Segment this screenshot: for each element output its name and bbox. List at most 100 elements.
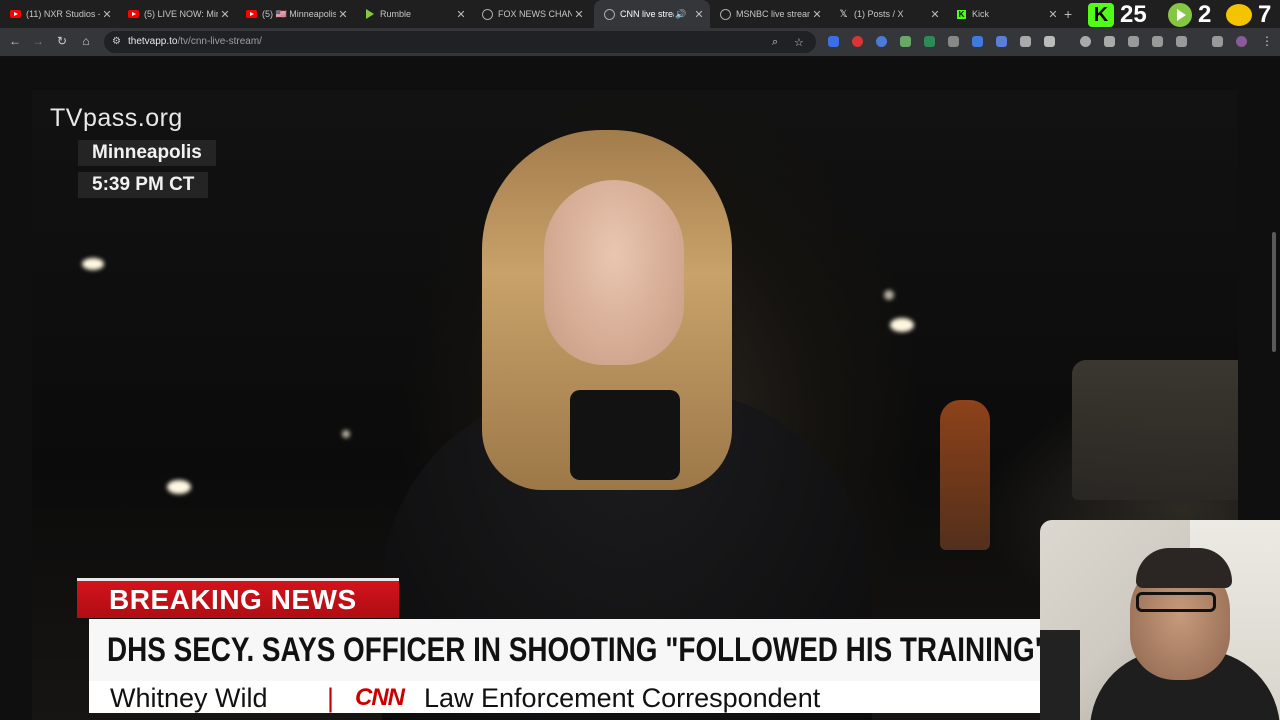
x-icon: 𝕏 xyxy=(839,8,848,20)
close-icon[interactable]: ✕ xyxy=(572,8,586,21)
kick-count: 25 xyxy=(1120,1,1147,28)
speaker-icon[interactable]: 🔊 xyxy=(674,9,688,20)
youtube-icon xyxy=(128,9,139,20)
media-controls-icon[interactable] xyxy=(1212,36,1223,47)
background-person xyxy=(940,400,990,550)
watermark-location: Minneapolis xyxy=(78,140,216,166)
reporter-bar: Whitney Wild | CNN Law Enforcement Corre… xyxy=(89,681,1089,713)
tab-title: (5) LIVE NOW: Mini xyxy=(144,9,218,19)
extension-shield-icon[interactable] xyxy=(828,36,839,47)
background-light xyxy=(167,480,191,494)
extensions-menu-icon[interactable] xyxy=(1044,36,1055,47)
background-light xyxy=(884,290,894,300)
globe-icon xyxy=(720,8,731,20)
tab-title: (5) 🇺🇸 Minneapolis xyxy=(262,8,336,19)
close-icon[interactable]: ✕ xyxy=(928,8,942,21)
extension-window-icon[interactable] xyxy=(972,36,983,47)
tab-nxr-studios[interactable]: (11) NXR Studios - ✕ xyxy=(0,0,118,28)
extension-dot-icon[interactable] xyxy=(876,36,887,47)
kick-icon: K xyxy=(1088,3,1114,27)
tab-rumble[interactable]: Rumble ✕ xyxy=(354,0,472,28)
rumble-count: 2 xyxy=(1198,1,1212,28)
tab-msnbc[interactable]: MSNBC live stream ✕ xyxy=(710,0,828,28)
viewers-counter: 7 xyxy=(1226,1,1272,28)
tab-live-now[interactable]: (5) LIVE NOW: Mini ✕ xyxy=(118,0,236,28)
tab-title: FOX NEWS CHANN xyxy=(498,9,572,19)
background-light xyxy=(82,258,104,270)
extension-puzzle-icon[interactable] xyxy=(948,36,959,47)
separator: | xyxy=(327,683,335,713)
url-path: /tv/cnn-live-stream/ xyxy=(177,36,262,47)
extension-audio-icon[interactable] xyxy=(996,36,1007,47)
youtube-icon xyxy=(246,9,257,20)
kebab-menu-icon[interactable]: ⋮ xyxy=(1261,34,1273,48)
forward-icon[interactable]: → xyxy=(30,34,46,48)
tab-title: CNN live stream xyxy=(620,9,674,19)
address-bar[interactable]: ⚙ thetvapp.to/tv/cnn-live-stream/ ⌕ ☆ xyxy=(104,31,816,53)
rumble-icon xyxy=(364,9,375,20)
code-icon[interactable] xyxy=(1128,36,1139,47)
close-icon[interactable]: ✕ xyxy=(100,8,114,21)
globe-icon xyxy=(604,8,615,20)
kick-icon: K xyxy=(957,9,966,19)
browser-toolbar: ← → ↻ ⌂ ⚙ thetvapp.to/tv/cnn-live-stream… xyxy=(0,28,1280,57)
webcam-person-hair xyxy=(1136,548,1232,588)
headline-text: DHS SECY. SAYS OFFICER IN SHOOTING "FOLL… xyxy=(107,631,1048,669)
zoom-icon[interactable]: ⌕ xyxy=(772,36,778,49)
scrollbar-thumb[interactable] xyxy=(1272,232,1276,352)
viewers-count: 7 xyxy=(1258,1,1272,28)
close-icon[interactable]: ✕ xyxy=(336,8,350,21)
headline-bar: DHS SECY. SAYS OFFICER IN SHOOTING "FOLL… xyxy=(89,619,1089,681)
cnn-logo: CNN xyxy=(355,684,405,711)
url-text[interactable]: thetvapp.to/tv/cnn-live-stream/ xyxy=(128,36,262,47)
tab-minneapolis[interactable]: (5) 🇺🇸 Minneapolis ✕ xyxy=(236,0,354,28)
tab-title: Kick xyxy=(972,9,990,19)
rumble-icon xyxy=(1168,3,1192,27)
watermark-time: 5:39 PM CT xyxy=(78,172,209,198)
background-vehicle xyxy=(1072,360,1238,500)
close-icon[interactable]: ✕ xyxy=(218,8,232,21)
webcam-microphone-arm xyxy=(1040,630,1080,720)
history-icon[interactable] xyxy=(1080,36,1091,47)
background-light xyxy=(342,430,350,438)
extension-chrome-icon[interactable] xyxy=(852,36,863,47)
reload-icon[interactable]: ↻ xyxy=(54,34,70,48)
close-icon[interactable]: ✕ xyxy=(454,8,468,21)
webcam-glasses xyxy=(1136,592,1216,612)
tab-title: (1) Posts / X xyxy=(854,9,904,19)
new-tab-button[interactable]: + xyxy=(1064,6,1072,22)
close-icon[interactable]: ✕ xyxy=(692,8,706,21)
bookmark-star-icon[interactable]: ☆ xyxy=(794,36,804,49)
tab-cnn-live-stream[interactable]: CNN live stream 🔊 ✕ xyxy=(594,0,710,28)
tab-title: MSNBC live stream xyxy=(736,9,810,19)
reporter-face xyxy=(544,180,684,365)
tab-kick[interactable]: K Kick ✕ xyxy=(946,0,1064,28)
reporter-name: Whitney Wild xyxy=(110,683,268,713)
reporter-collar xyxy=(570,390,680,480)
tab-title: Rumble xyxy=(380,9,412,19)
extension-tools-icon[interactable] xyxy=(1020,36,1031,47)
webcam-overlay xyxy=(1040,520,1280,720)
site-info-icon[interactable]: ⚙ xyxy=(112,36,121,47)
close-icon[interactable]: ✕ xyxy=(810,8,824,21)
reading-list-icon[interactable] xyxy=(1152,36,1163,47)
screenshot-icon[interactable] xyxy=(1104,36,1115,47)
side-panel-icon[interactable] xyxy=(1176,36,1187,47)
home-icon[interactable]: ⌂ xyxy=(78,34,94,48)
profile-avatar-icon[interactable] xyxy=(1236,36,1247,47)
reporter-title: Law Enforcement Correspondent xyxy=(424,683,821,713)
extension-glasses-icon[interactable] xyxy=(900,36,911,47)
viewers-icon xyxy=(1226,4,1252,26)
background-light xyxy=(890,318,914,332)
back-icon[interactable]: ← xyxy=(7,34,23,48)
tab-title: (11) NXR Studios - xyxy=(26,9,100,19)
close-icon[interactable]: ✕ xyxy=(1046,8,1060,21)
tab-fox-news[interactable]: FOX NEWS CHANN ✕ xyxy=(472,0,590,28)
globe-icon xyxy=(482,8,493,20)
extension-vpn-icon[interactable] xyxy=(924,36,935,47)
kick-counter: K 25 xyxy=(1088,1,1147,28)
breaking-news-banner: BREAKING NEWS xyxy=(77,578,399,618)
tab-x-posts[interactable]: 𝕏 (1) Posts / X ✕ xyxy=(828,0,946,28)
url-host: thetvapp.to xyxy=(128,36,178,47)
rumble-counter: 2 xyxy=(1168,1,1212,28)
